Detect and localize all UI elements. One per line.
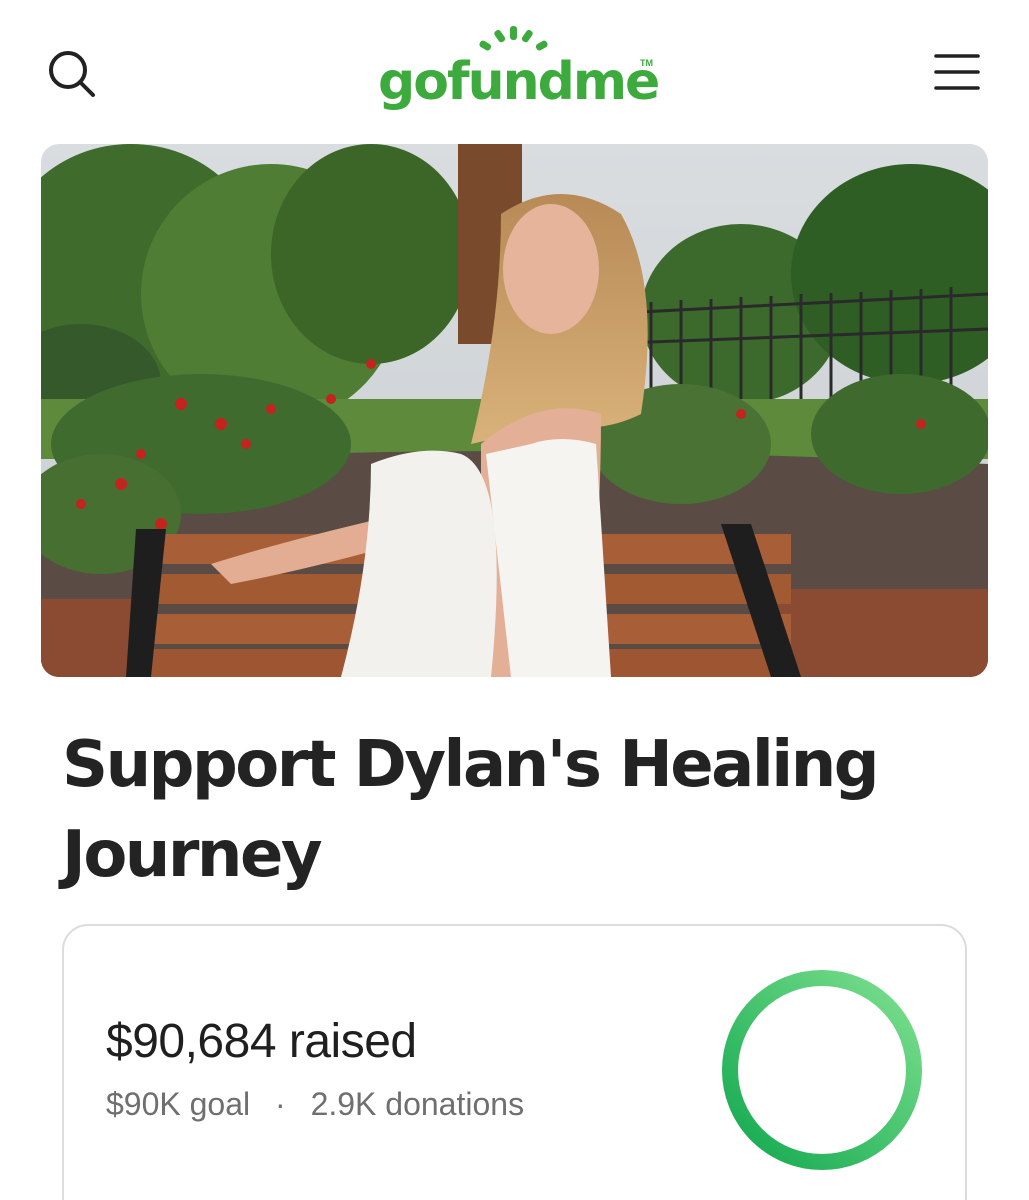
search-button[interactable] (44, 48, 100, 100)
donations-count[interactable]: 2.9K donations (311, 1086, 525, 1122)
campaign-title: Support Dylan's Healing Journey (62, 728, 880, 892)
search-icon (49, 51, 95, 97)
goal-and-donations: $90K goal · 2.9K donations (106, 1086, 524, 1123)
goal-text: $90K goal (106, 1086, 251, 1122)
hero-photo (41, 144, 988, 677)
campaign-hero-image[interactable] (41, 144, 988, 677)
progress-ring (722, 970, 922, 1170)
logo-trademark: TM (640, 58, 653, 68)
separator-dot: · (275, 1086, 286, 1122)
amount-raised: $90,684 raised (106, 1015, 417, 1068)
logo-wordmark: gofundme (378, 52, 660, 112)
gofundme-logo[interactable]: gofundme TM (378, 26, 660, 118)
progress-ring-fill (722, 970, 922, 1170)
hamburger-menu-icon (934, 54, 980, 90)
menu-button[interactable] (932, 50, 984, 94)
top-header: gofundme TM (0, 0, 1029, 140)
donation-progress-card: $90,684 raised $90K goal · 2.9K donation… (62, 924, 967, 1200)
